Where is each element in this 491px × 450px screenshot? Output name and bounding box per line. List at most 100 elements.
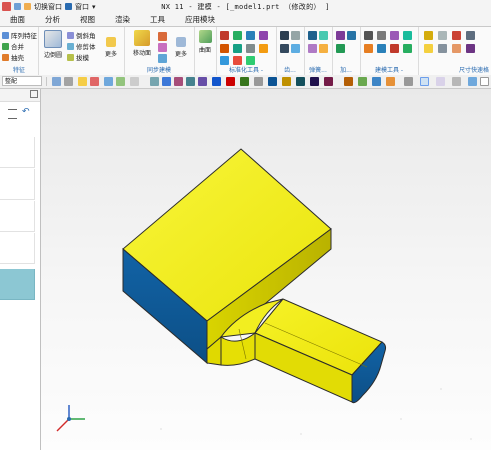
fillet-side-face[interactable]: [220, 331, 256, 366]
machining-tool-2-icon[interactable]: [347, 31, 356, 40]
sync-tool-icon-1[interactable]: [158, 32, 167, 41]
circle-snap-icon[interactable]: [282, 77, 291, 86]
snap-icon-6[interactable]: [212, 77, 221, 86]
std-tool-11-icon[interactable]: [246, 56, 255, 65]
angle-snap-icon[interactable]: [324, 77, 333, 86]
tab-tools[interactable]: 工具: [140, 13, 175, 26]
snap-icon-1[interactable]: [150, 77, 159, 86]
build-tool-8-icon[interactable]: [403, 44, 412, 53]
sync-tool-icon-3[interactable]: [158, 54, 167, 63]
std-tool-10-icon[interactable]: [233, 56, 242, 65]
filter-icon-2[interactable]: [64, 77, 73, 86]
dim-tool-3-icon[interactable]: [452, 31, 461, 40]
snap-icon-8[interactable]: [240, 77, 249, 86]
view-icon-1[interactable]: [344, 77, 353, 86]
snap-icon-5[interactable]: [198, 77, 207, 86]
filter-icon-4[interactable]: [90, 77, 99, 86]
more-button-1[interactable]: 更多: [102, 37, 120, 58]
dim-tool-1-icon[interactable]: [424, 31, 433, 40]
pattern-feature-button[interactable]: 阵列特征: [2, 30, 37, 40]
dim-tool-8-icon[interactable]: [466, 44, 475, 53]
filter-icon-7[interactable]: [130, 77, 139, 86]
part-model[interactable]: [41, 89, 491, 450]
build-tool-3-icon[interactable]: [390, 31, 399, 40]
tab-render[interactable]: 渲染: [105, 13, 140, 26]
undo-icon[interactable]: ↶: [22, 107, 32, 117]
line-snap-icon[interactable]: [310, 77, 319, 86]
tab-view[interactable]: 视图: [70, 13, 105, 26]
gear-tool-2-icon[interactable]: [291, 31, 300, 40]
navigator-row-3[interactable]: [0, 201, 35, 232]
build-tool-5-icon[interactable]: [364, 44, 373, 53]
snap-icon-9[interactable]: [254, 77, 263, 86]
std-tool-7-icon[interactable]: [246, 44, 255, 53]
snap-icon-2[interactable]: [162, 77, 171, 86]
build-tool-7-icon[interactable]: [390, 44, 399, 53]
std-tool-4-icon[interactable]: [259, 31, 268, 40]
trim-body-button[interactable]: 修剪体: [67, 41, 96, 51]
view-icon-5[interactable]: [404, 77, 413, 86]
build-tool-4-icon[interactable]: [403, 31, 412, 40]
point-icon[interactable]: [268, 77, 277, 86]
tab-applications[interactable]: 应用模块: [175, 13, 225, 26]
navigator-row-4[interactable]: [0, 233, 35, 264]
filter-icon-3[interactable]: [78, 77, 87, 86]
dim-tool-5-icon[interactable]: [424, 44, 433, 53]
maximize-icon[interactable]: [30, 90, 38, 98]
circle-icon[interactable]: [377, 31, 386, 40]
view-icon-6[interactable]: [420, 77, 429, 86]
navigator-row-selected[interactable]: [0, 269, 35, 300]
dim-tool-2-icon[interactable]: [438, 31, 447, 40]
std-tool-8-icon[interactable]: [259, 44, 268, 53]
spring-tool-2-icon[interactable]: [319, 31, 328, 40]
view-icon-7[interactable]: [436, 77, 445, 86]
gear-tool-1-icon[interactable]: [280, 31, 289, 40]
spring-tool-3-icon[interactable]: [308, 44, 317, 53]
edge-blend-button[interactable]: 边倒圆: [40, 30, 66, 59]
machining-tool-1-icon[interactable]: [336, 31, 345, 40]
tab-analysis[interactable]: 分析: [35, 13, 70, 26]
tab-surface[interactable]: 曲面: [0, 13, 35, 26]
view-icon-3[interactable]: [372, 77, 381, 86]
move-face-button[interactable]: 移动面: [128, 30, 156, 57]
plus-snap-icon[interactable]: [296, 77, 305, 86]
spring-tool-1-icon[interactable]: [308, 31, 317, 40]
graphics-window[interactable]: [41, 89, 491, 450]
view-icon-9[interactable]: [468, 77, 477, 86]
std-tool-5-icon[interactable]: [220, 44, 229, 53]
shell-button[interactable]: 抽壳: [2, 52, 24, 62]
std-tool-6-icon[interactable]: [233, 44, 242, 53]
filter-icon-1[interactable]: [52, 77, 61, 86]
draft-button[interactable]: 拔模: [67, 52, 89, 62]
sync-tool-icon-2[interactable]: [158, 43, 167, 52]
triangle-icon[interactable]: [364, 31, 373, 40]
selection-filter-dropdown[interactable]: 整配: [2, 76, 42, 86]
dim-tool-7-icon[interactable]: [452, 44, 461, 53]
surface-button[interactable]: 曲面: [196, 30, 214, 54]
view-icon-2[interactable]: [358, 77, 367, 86]
filter-icon-5[interactable]: [104, 77, 113, 86]
std-tool-2-icon[interactable]: [233, 31, 242, 40]
triad-icon[interactable]: [56, 405, 85, 432]
chamfer-button[interactable]: 倒斜角: [67, 30, 96, 40]
menu-icon[interactable]: [8, 109, 17, 119]
dim-tool-6-icon[interactable]: [438, 44, 447, 53]
build-tool-6-icon[interactable]: [377, 44, 386, 53]
std-tool-9-icon[interactable]: [220, 56, 229, 65]
view-icon-8[interactable]: [452, 77, 461, 86]
machining-tool-3-icon[interactable]: [336, 44, 345, 53]
snap-icon-7[interactable]: [226, 77, 235, 86]
snap-icon-3[interactable]: [174, 77, 183, 86]
view-icon-10[interactable]: [480, 77, 489, 86]
gear-tool-3-icon[interactable]: [280, 44, 289, 53]
more-button-2[interactable]: 更多: [171, 37, 191, 58]
std-tool-3-icon[interactable]: [246, 31, 255, 40]
filter-icon-6[interactable]: [116, 77, 125, 86]
navigator-row-2[interactable]: [0, 169, 35, 200]
snap-icon-4[interactable]: [186, 77, 195, 86]
std-tool-1-icon[interactable]: [220, 31, 229, 40]
dim-tool-4-icon[interactable]: [466, 31, 475, 40]
gear-tool-4-icon[interactable]: [291, 44, 300, 53]
spring-tool-4-icon[interactable]: [319, 44, 328, 53]
navigator-row-1[interactable]: [0, 137, 35, 168]
